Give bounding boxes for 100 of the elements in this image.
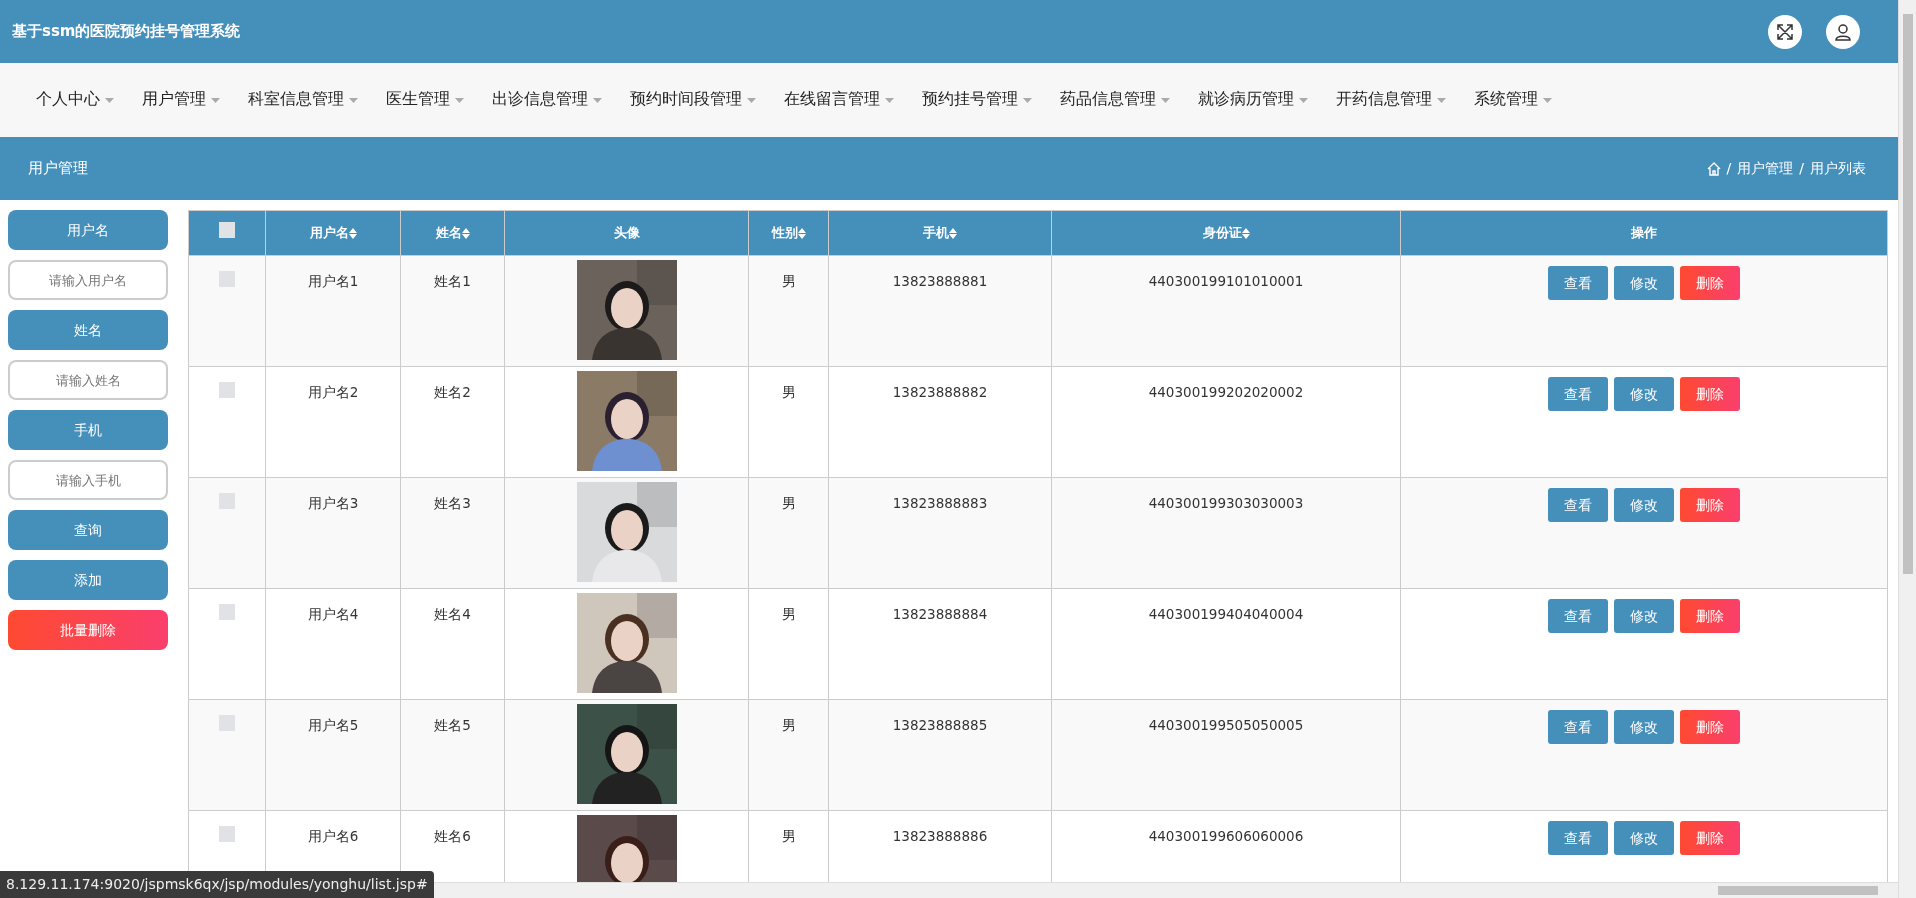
page-title: 用户管理 bbox=[28, 158, 88, 180]
username-cell: 用户名4 bbox=[265, 588, 401, 700]
edit-button[interactable]: 修改 bbox=[1614, 488, 1674, 522]
row-checkbox[interactable] bbox=[219, 604, 235, 620]
username-cell: 用户名2 bbox=[265, 366, 401, 478]
gender-cell: 男 bbox=[748, 588, 829, 700]
caret-icon bbox=[593, 97, 602, 103]
name-cell: 姓名1 bbox=[400, 255, 505, 367]
user-icon bbox=[1834, 22, 1852, 41]
delete-button[interactable]: 删除 bbox=[1680, 821, 1740, 855]
name-cell: 姓名4 bbox=[400, 588, 505, 700]
nav-menu-item[interactable]: 系统管理 bbox=[1460, 88, 1566, 112]
nav-menu-item[interactable]: 个人中心 bbox=[22, 88, 128, 112]
row-checkbox[interactable] bbox=[219, 715, 235, 731]
search-field[interactable]: 请输入姓名 bbox=[8, 360, 168, 400]
name-cell: 姓名2 bbox=[400, 366, 505, 478]
caret-icon bbox=[1023, 97, 1032, 103]
search-field[interactable]: 请输入用户名 bbox=[8, 260, 168, 300]
view-button[interactable]: 查看 bbox=[1548, 710, 1608, 744]
fullscreen-button[interactable] bbox=[1768, 14, 1802, 49]
batch-delete-button[interactable]: 批量删除 bbox=[8, 610, 168, 650]
view-button[interactable]: 查看 bbox=[1548, 488, 1608, 522]
delete-button[interactable]: 删除 bbox=[1680, 377, 1740, 411]
gender-cell: 男 bbox=[748, 366, 829, 478]
id-card-cell: 440300199505050005 bbox=[1051, 699, 1401, 811]
nav-menu-item[interactable]: 用户管理 bbox=[128, 88, 234, 112]
scrollbar-thumb[interactable] bbox=[1902, 14, 1913, 574]
row-checkbox[interactable] bbox=[219, 826, 235, 842]
edit-button[interactable]: 修改 bbox=[1614, 266, 1674, 300]
field-label: 姓名 bbox=[8, 310, 168, 350]
nav-menu-item[interactable]: 科室信息管理 bbox=[234, 88, 372, 112]
edit-button[interactable]: 修改 bbox=[1614, 821, 1674, 855]
caret-icon bbox=[1437, 97, 1446, 103]
caret-icon bbox=[747, 97, 756, 103]
phone-cell: 13823888884 bbox=[828, 588, 1052, 700]
row-checkbox[interactable] bbox=[219, 382, 235, 398]
sort-icon bbox=[1241, 228, 1250, 240]
search-field[interactable]: 请输入手机 bbox=[8, 460, 168, 500]
view-button[interactable]: 查看 bbox=[1548, 821, 1608, 855]
delete-button[interactable]: 删除 bbox=[1680, 266, 1740, 300]
action-button[interactable]: 添加 bbox=[8, 560, 168, 600]
view-button[interactable]: 查看 bbox=[1548, 599, 1608, 633]
select-all-checkbox[interactable] bbox=[219, 222, 235, 239]
edit-button[interactable]: 修改 bbox=[1614, 710, 1674, 744]
scrollbar-thumb[interactable] bbox=[1718, 886, 1878, 895]
nav-menu-item[interactable]: 出诊信息管理 bbox=[478, 88, 616, 112]
action-button[interactable]: 查询 bbox=[8, 510, 168, 550]
breadcrumb-separator: / bbox=[1726, 159, 1732, 178]
breadcrumb-item[interactable]: 用户列表 bbox=[1810, 158, 1866, 179]
nav-menu-item[interactable]: 就诊病历管理 bbox=[1184, 88, 1322, 112]
column-header[interactable]: 手机 bbox=[828, 210, 1052, 256]
expand-icon bbox=[1776, 22, 1794, 41]
field-label: 手机 bbox=[8, 410, 168, 450]
view-button[interactable]: 查看 bbox=[1548, 266, 1608, 300]
caret-icon bbox=[1299, 97, 1308, 103]
caret-icon bbox=[1543, 97, 1552, 103]
column-header[interactable]: 身份证 bbox=[1051, 210, 1401, 256]
delete-button[interactable]: 删除 bbox=[1680, 599, 1740, 633]
caret-icon bbox=[455, 97, 464, 103]
breadcrumb-separator: / bbox=[1799, 159, 1804, 178]
column-header[interactable]: 性别 bbox=[748, 210, 829, 256]
edit-button[interactable]: 修改 bbox=[1614, 599, 1674, 633]
breadcrumb-item[interactable]: 用户管理 bbox=[1737, 158, 1794, 179]
delete-button[interactable]: 删除 bbox=[1680, 710, 1740, 744]
caret-icon bbox=[885, 97, 894, 103]
user-button[interactable] bbox=[1826, 14, 1860, 49]
id-card-cell: 440300199202020002 bbox=[1051, 366, 1401, 478]
delete-button[interactable]: 删除 bbox=[1680, 488, 1740, 522]
username-cell: 用户名3 bbox=[265, 477, 401, 589]
column-header[interactable]: 姓名 bbox=[400, 210, 505, 256]
id-card-cell: 440300199404040004 bbox=[1051, 588, 1401, 700]
caret-icon bbox=[211, 97, 220, 103]
sort-icon bbox=[797, 228, 806, 240]
nav-menu-item[interactable]: 预约挂号管理 bbox=[908, 88, 1046, 112]
column-header: 头像 bbox=[504, 210, 749, 256]
gender-cell: 男 bbox=[748, 255, 829, 367]
caret-icon bbox=[349, 97, 358, 103]
name-cell: 姓名5 bbox=[400, 699, 505, 811]
gender-cell: 男 bbox=[748, 699, 829, 811]
username-cell: 用户名5 bbox=[265, 699, 401, 811]
phone-cell: 13823888885 bbox=[828, 699, 1052, 811]
app-title: 基于ssm的医院预约挂号管理系统 bbox=[12, 21, 241, 43]
id-card-cell: 440300199101010001 bbox=[1051, 255, 1401, 367]
phone-cell: 13823888881 bbox=[828, 255, 1052, 367]
id-card-cell: 440300199303030003 bbox=[1051, 477, 1401, 589]
sort-icon bbox=[461, 228, 470, 240]
nav-menu-item[interactable]: 医生管理 bbox=[372, 88, 478, 112]
nav-menu-item[interactable]: 药品信息管理 bbox=[1046, 88, 1184, 112]
phone-cell: 13823888882 bbox=[828, 366, 1052, 478]
row-checkbox[interactable] bbox=[219, 271, 235, 287]
sort-icon bbox=[348, 228, 357, 240]
username-cell: 用户名1 bbox=[265, 255, 401, 367]
nav-menu-item[interactable]: 预约时间段管理 bbox=[616, 88, 770, 112]
nav-menu-item[interactable]: 在线留言管理 bbox=[770, 88, 908, 112]
edit-button[interactable]: 修改 bbox=[1614, 377, 1674, 411]
column-header[interactable]: 用户名 bbox=[265, 210, 401, 256]
name-cell: 姓名3 bbox=[400, 477, 505, 589]
view-button[interactable]: 查看 bbox=[1548, 377, 1608, 411]
nav-menu-item[interactable]: 开药信息管理 bbox=[1322, 88, 1460, 112]
row-checkbox[interactable] bbox=[219, 493, 235, 509]
